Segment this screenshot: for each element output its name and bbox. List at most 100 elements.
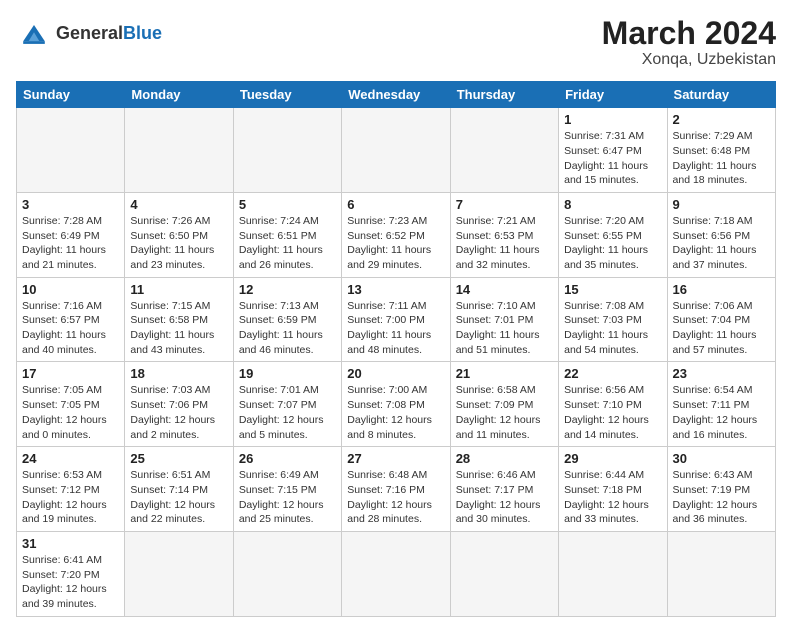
calendar-cell: 18Sunrise: 7:03 AMSunset: 7:06 PMDayligh… [125,362,233,447]
day-info: Sunrise: 6:48 AMSunset: 7:16 PMDaylight:… [347,468,444,527]
day-info: Sunrise: 7:24 AMSunset: 6:51 PMDaylight:… [239,214,336,273]
day-info: Sunrise: 7:15 AMSunset: 6:58 PMDaylight:… [130,299,227,358]
calendar-cell: 26 Sunrise: 6:49 AMSunset: 7:15 PMDayligh… [233,447,341,532]
day-number: 13 [347,282,444,297]
day-info: Sunrise: 7:13 AMSunset: 6:59 PMDaylight:… [239,299,336,358]
day-number: 9 [673,197,770,212]
day-info: Sunrise: 7:29 AMSunset: 6:48 PMDaylight:… [673,129,770,188]
day-info: Sunrise: 7:31 AMSunset: 6:47 PMDaylight:… [564,129,661,188]
day-info: Sunrise: 7:20 AMSunset: 6:55 PMDaylight:… [564,214,661,273]
day-number: 21 [456,366,553,381]
calendar-cell: 13Sunrise: 7:11 AMSunset: 7:00 PMDayligh… [342,277,450,362]
day-info: Sunrise: 7:16 AMSunset: 6:57 PMDaylight:… [22,299,119,358]
calendar-cell: 29 Sunrise: 6:44 AMSunset: 7:18 PMDayligh… [559,447,667,532]
day-number: 20 [347,366,444,381]
day-info: Sunrise: 7:00 AMSunset: 7:08 PMDaylight:… [347,383,444,442]
day-number: 24 [22,451,119,466]
calendar-cell: 4 Sunrise: 7:26 AMSunset: 6:50 PMDaylight… [125,192,233,277]
calendar-cell: 9Sunrise: 7:18 AMSunset: 6:56 PMDaylight… [667,192,775,277]
day-number: 1 [564,112,661,127]
day-number: 27 [347,451,444,466]
header-sunday: Sunday [17,82,125,108]
day-info: Sunrise: 6:41 AMSunset: 7:20 PMDaylight:… [22,553,119,612]
day-number: 10 [22,282,119,297]
week-row-3: 10 Sunrise: 7:16 AMSunset: 6:57 PMDayligh… [17,277,776,362]
calendar-cell: 25Sunrise: 6:51 AMSunset: 7:14 PMDayligh… [125,447,233,532]
calendar-cell: 8Sunrise: 7:20 AMSunset: 6:55 PMDaylight… [559,192,667,277]
month-year: March 2024 [602,16,776,51]
day-number: 15 [564,282,661,297]
week-row-1: 1 Sunrise: 7:31 AMSunset: 6:47 PMDaylight… [17,108,776,193]
day-number: 7 [456,197,553,212]
day-info: Sunrise: 7:06 AMSunset: 7:04 PMDaylight:… [673,299,770,358]
day-info: Sunrise: 7:28 AMSunset: 6:49 PMDaylight:… [22,214,119,273]
day-info: Sunrise: 6:53 AMSunset: 7:12 PMDaylight:… [22,468,119,527]
calendar-cell [342,108,450,193]
day-number: 14 [456,282,553,297]
calendar-cell: 15 Sunrise: 7:08 AMSunset: 7:03 PMDayligh… [559,277,667,362]
day-number: 12 [239,282,336,297]
calendar-cell [125,531,233,616]
logo-text: GeneralBlue [56,24,162,44]
day-info: Sunrise: 6:56 AMSunset: 7:10 PMDaylight:… [564,383,661,442]
calendar-cell: 2 Sunrise: 7:29 AMSunset: 6:48 PMDaylight… [667,108,775,193]
day-number: 6 [347,197,444,212]
calendar-cell: 23 Sunrise: 6:54 AMSunset: 7:11 PMDayligh… [667,362,775,447]
header-saturday: Saturday [667,82,775,108]
calendar-cell: 17Sunrise: 7:05 AMSunset: 7:05 PMDayligh… [17,362,125,447]
header-friday: Friday [559,82,667,108]
day-number: 2 [673,112,770,127]
day-info: Sunrise: 6:43 AMSunset: 7:19 PMDaylight:… [673,468,770,527]
day-info: Sunrise: 6:44 AMSunset: 7:18 PMDaylight:… [564,468,661,527]
day-info: Sunrise: 6:54 AMSunset: 7:11 PMDaylight:… [673,383,770,442]
week-row-6: 31Sunrise: 6:41 AMSunset: 7:20 PMDayligh… [17,531,776,616]
calendar-cell: 22 Sunrise: 6:56 AMSunset: 7:10 PMDayligh… [559,362,667,447]
day-info: Sunrise: 6:58 AMSunset: 7:09 PMDaylight:… [456,383,553,442]
calendar-cell: 3Sunrise: 7:28 AMSunset: 6:49 PMDaylight… [17,192,125,277]
generalblue-icon [16,16,52,52]
day-number: 16 [673,282,770,297]
calendar-cell: 21 Sunrise: 6:58 AMSunset: 7:09 PMDayligh… [450,362,558,447]
calendar-cell [17,108,125,193]
day-number: 29 [564,451,661,466]
day-info: Sunrise: 7:08 AMSunset: 7:03 PMDaylight:… [564,299,661,358]
calendar-cell: 12 Sunrise: 7:13 AMSunset: 6:59 PMDayligh… [233,277,341,362]
calendar-cell [125,108,233,193]
calendar-cell: 14 Sunrise: 7:10 AMSunset: 7:01 PMDayligh… [450,277,558,362]
day-number: 22 [564,366,661,381]
day-number: 5 [239,197,336,212]
day-info: Sunrise: 6:46 AMSunset: 7:17 PMDaylight:… [456,468,553,527]
week-row-2: 3Sunrise: 7:28 AMSunset: 6:49 PMDaylight… [17,192,776,277]
weekday-header-row: SundayMondayTuesdayWednesdayThursdayFrid… [17,82,776,108]
calendar-cell: 28Sunrise: 6:46 AMSunset: 7:17 PMDayligh… [450,447,558,532]
day-number: 26 [239,451,336,466]
calendar-cell: 27 Sunrise: 6:48 AMSunset: 7:16 PMDayligh… [342,447,450,532]
calendar-cell: 10 Sunrise: 7:16 AMSunset: 6:57 PMDayligh… [17,277,125,362]
day-info: Sunrise: 7:10 AMSunset: 7:01 PMDaylight:… [456,299,553,358]
calendar-cell: 19Sunrise: 7:01 AMSunset: 7:07 PMDayligh… [233,362,341,447]
day-number: 18 [130,366,227,381]
calendar-cell: 5 Sunrise: 7:24 AMSunset: 6:51 PMDaylight… [233,192,341,277]
calendar-cell: 11Sunrise: 7:15 AMSunset: 6:58 PMDayligh… [125,277,233,362]
header-monday: Monday [125,82,233,108]
day-number: 4 [130,197,227,212]
day-info: Sunrise: 7:26 AMSunset: 6:50 PMDaylight:… [130,214,227,273]
calendar-cell [233,531,341,616]
day-info: Sunrise: 6:49 AMSunset: 7:15 PMDaylight:… [239,468,336,527]
header-thursday: Thursday [450,82,558,108]
day-number: 23 [673,366,770,381]
location: Xonqa, Uzbekistan [602,51,776,69]
logo: GeneralBlue [16,16,162,52]
day-number: 30 [673,451,770,466]
calendar-cell: 20 Sunrise: 7:00 AMSunset: 7:08 PMDayligh… [342,362,450,447]
calendar-cell [342,531,450,616]
week-row-4: 17Sunrise: 7:05 AMSunset: 7:05 PMDayligh… [17,362,776,447]
calendar-cell: 16 Sunrise: 7:06 AMSunset: 7:04 PMDayligh… [667,277,775,362]
calendar-cell: 31Sunrise: 6:41 AMSunset: 7:20 PMDayligh… [17,531,125,616]
day-number: 19 [239,366,336,381]
week-row-5: 24 Sunrise: 6:53 AMSunset: 7:12 PMDayligh… [17,447,776,532]
calendar-cell: 30 Sunrise: 6:43 AMSunset: 7:19 PMDayligh… [667,447,775,532]
calendar-cell [450,531,558,616]
calendar-cell [450,108,558,193]
day-number: 17 [22,366,119,381]
